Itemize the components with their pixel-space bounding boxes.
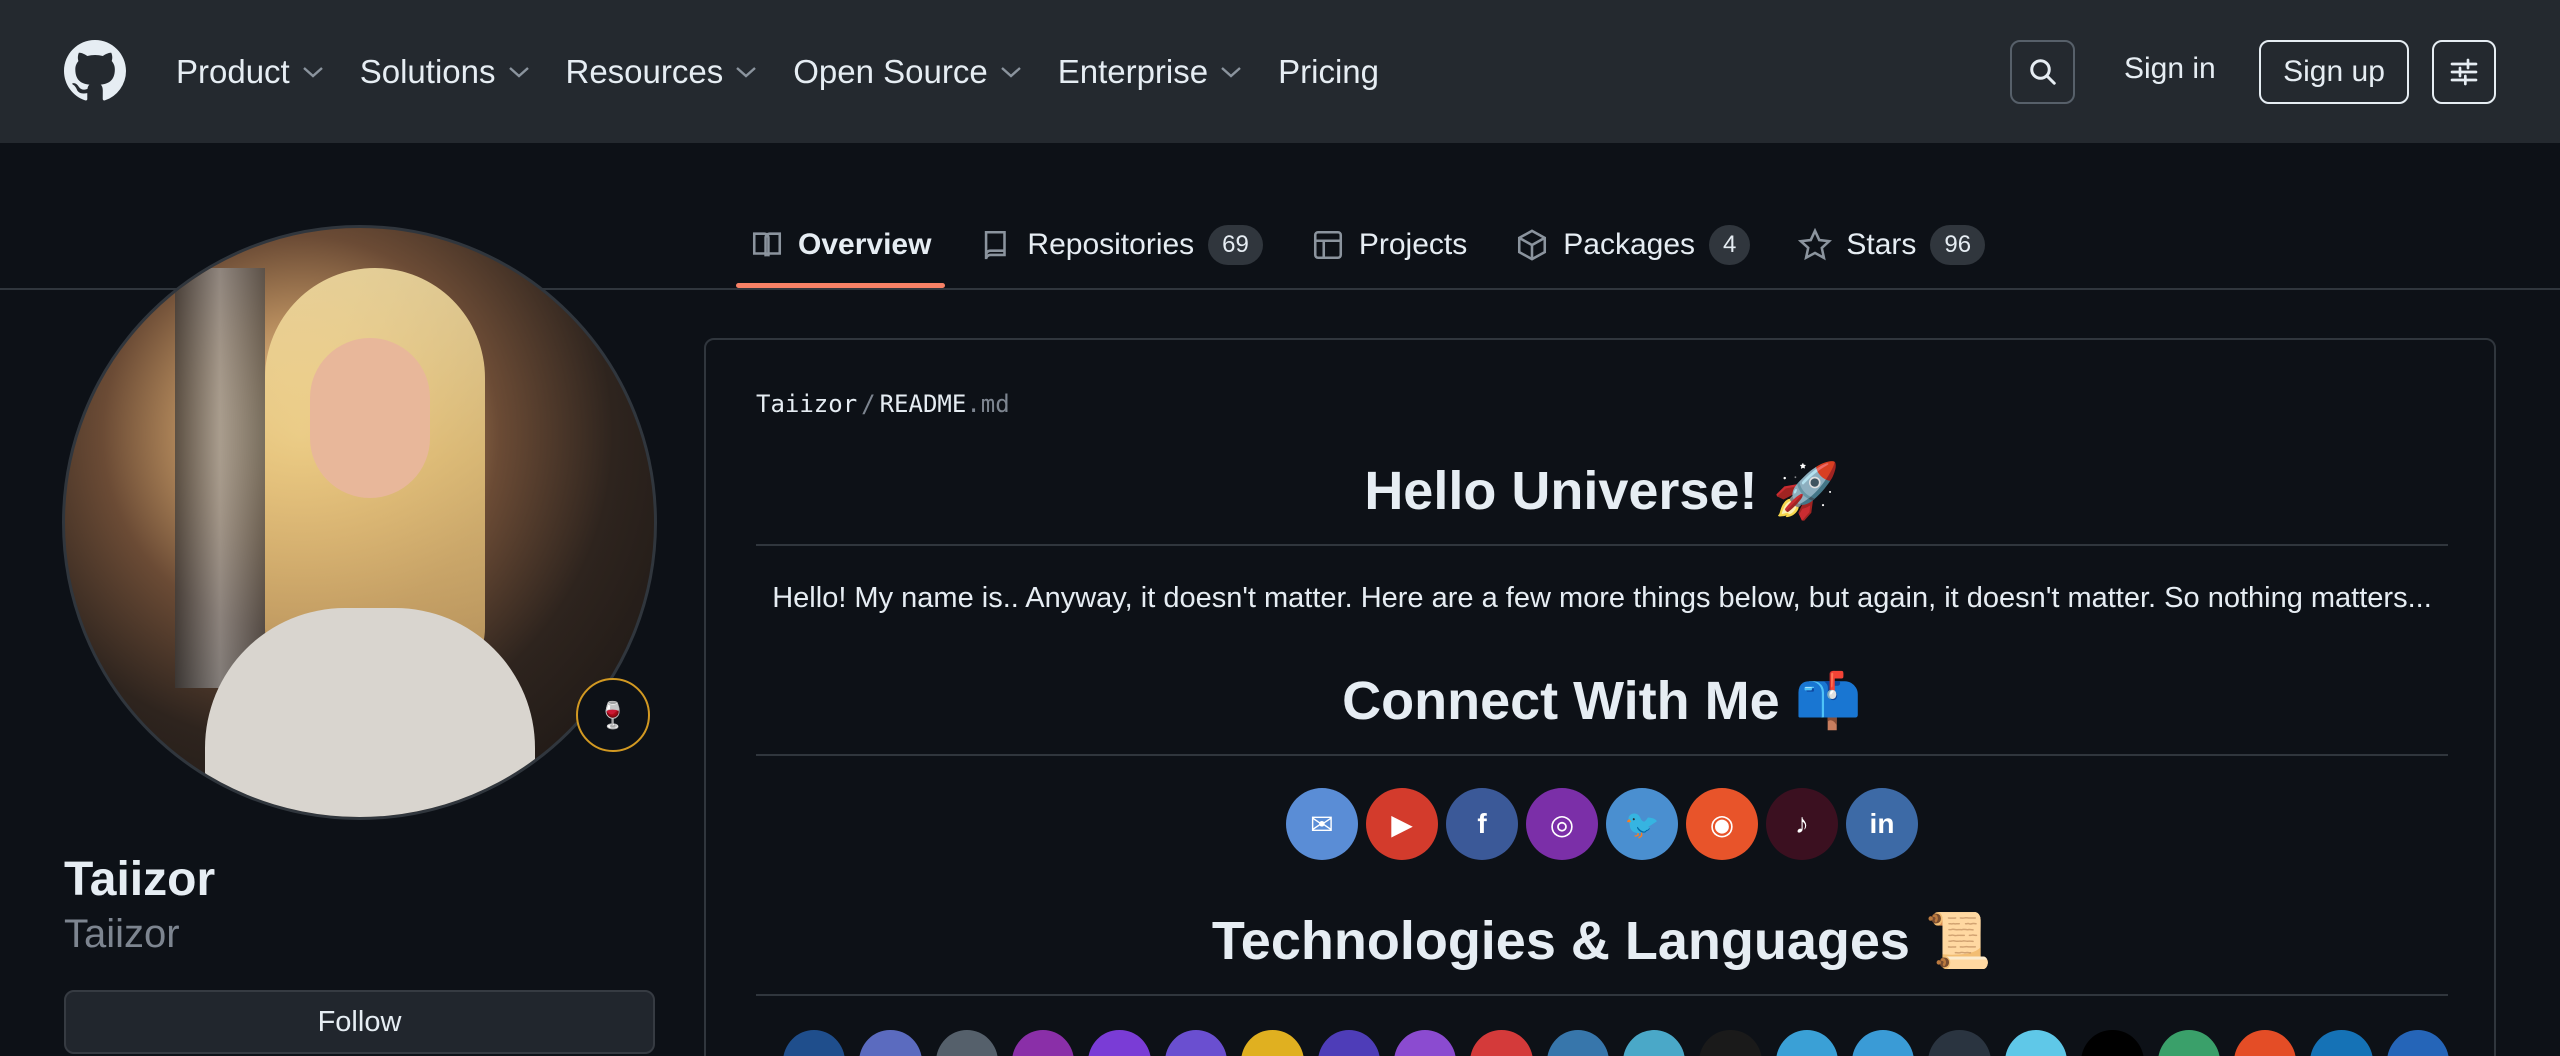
tech-logo-icon xyxy=(1852,1030,1915,1056)
nav-item-label: Pricing xyxy=(1278,53,1379,90)
search-button[interactable] xyxy=(2010,40,2075,104)
star-icon xyxy=(1798,228,1833,261)
readme-file-link[interactable]: README xyxy=(880,390,967,418)
avatar-face-detail xyxy=(310,338,430,498)
tech-logo-icon xyxy=(935,1030,999,1056)
nav-item-label: Open Source xyxy=(793,53,988,90)
repo-icon xyxy=(985,230,1007,260)
readme-owner-link[interactable]: Taiizor xyxy=(756,390,857,418)
readme-path-separator: / xyxy=(861,390,876,418)
nav-item-solutions[interactable]: Solutions xyxy=(360,48,530,96)
tech-logo-icon xyxy=(1623,1030,1686,1056)
sign-in-link[interactable]: Sign in xyxy=(2124,52,2216,86)
email-icon[interactable]: ✉ xyxy=(1286,788,1358,860)
chevron-down-icon xyxy=(1000,67,1021,78)
tech-logo-icon xyxy=(2310,1030,2373,1056)
avatar[interactable] xyxy=(62,225,657,820)
facebook-icon[interactable]: f xyxy=(1446,788,1518,860)
sign-up-button[interactable]: Sign up xyxy=(2259,40,2409,104)
follow-button[interactable]: Follow xyxy=(64,990,655,1054)
nav-item-label: Enterprise xyxy=(1057,53,1209,90)
tech-logo-icon xyxy=(2233,1030,2297,1056)
tech-logo-icon xyxy=(1241,1030,1304,1056)
table-icon xyxy=(1313,230,1342,260)
readme-path: Taiizor / README.md xyxy=(756,390,1010,418)
package-icon xyxy=(1518,229,1547,261)
tech-logo-icon xyxy=(1928,1030,1991,1056)
readme-card: Taiizor / README.md Hello Universe! 🚀 Hell… xyxy=(704,338,2496,1056)
tech-logo-icon xyxy=(2081,1030,2144,1056)
search-icon xyxy=(2029,59,2056,85)
tech-logo-icon xyxy=(1470,1030,1533,1056)
settings-toggle-button[interactable] xyxy=(2432,40,2496,104)
tech-heading: Technologies & Languages 📜 xyxy=(1211,911,1993,971)
connect-heading: Connect With Me 📫 xyxy=(1342,671,1862,731)
tech-logo-icon xyxy=(1775,1030,1839,1056)
nav-item-pricing[interactable]: Pricing xyxy=(1278,48,1379,96)
tech-logo-icon xyxy=(1699,1030,1762,1056)
tab-label: Stars xyxy=(1846,228,1917,261)
tab-packages[interactable]: Packages 4 xyxy=(1501,210,1764,280)
tab-counter: 96 xyxy=(1930,225,1986,265)
nav-item-product[interactable]: Product xyxy=(176,48,324,96)
tech-logo-icon xyxy=(1088,1030,1151,1056)
profile-tabs: Overview Repositories 69 Projects Packages 4 S… xyxy=(736,210,2019,288)
tab-counter: 69 xyxy=(1208,225,1263,265)
tech-logo-icon xyxy=(2386,1030,2449,1056)
chevron-down-icon xyxy=(508,67,529,78)
status-emoji-badge[interactable]: 🍷 xyxy=(576,678,650,752)
github-logo-icon[interactable] xyxy=(64,40,126,102)
nav-item-label: Resources xyxy=(565,53,724,90)
connect-divider xyxy=(756,754,2448,756)
nav-item-label: Solutions xyxy=(359,53,496,90)
instagram-icon[interactable]: ◎ xyxy=(1526,788,1598,860)
sliders-icon xyxy=(2450,58,2478,86)
title-divider xyxy=(756,544,2448,546)
tech-divider xyxy=(756,994,2448,996)
tab-counter: 4 xyxy=(1709,225,1751,265)
readme-title: Hello Universe! 🚀 xyxy=(1364,461,1840,521)
tab-projects[interactable]: Projects xyxy=(1297,210,1481,280)
global-header: Product Solutions Resources Open Source Ente… xyxy=(0,0,2560,143)
tab-repositories[interactable]: Repositories 69 xyxy=(965,210,1276,280)
main-nav: Product Solutions Resources Open Source Ente… xyxy=(176,48,1415,96)
tech-icons-row xyxy=(776,1030,2456,1056)
profile-name: Taiizor xyxy=(64,853,216,906)
chevron-down-icon xyxy=(302,67,323,78)
readme-file-ext: .md xyxy=(966,390,1010,418)
profile-login: Taiizor xyxy=(64,912,180,956)
tab-overview[interactable]: Overview xyxy=(736,210,946,288)
tab-label: Projects xyxy=(1358,228,1468,261)
tech-logo-icon xyxy=(2004,1030,2068,1056)
linkedin-icon[interactable]: in xyxy=(1846,788,1918,860)
youtube-icon[interactable]: ▶ xyxy=(1366,788,1438,860)
tiktok-icon[interactable]: ♪ xyxy=(1766,788,1838,860)
tech-logo-icon xyxy=(1393,1030,1457,1056)
tab-stars[interactable]: Stars 96 xyxy=(1784,210,1999,280)
social-icons-row: ✉ ▶ f ◎ 🐦 ◉ ♪ in xyxy=(756,788,2448,860)
chevron-down-icon xyxy=(1221,67,1241,78)
tech-logo-icon xyxy=(859,1030,922,1056)
tech-logo-icon xyxy=(1012,1030,1075,1056)
nav-item-resources[interactable]: Resources xyxy=(566,48,758,96)
avatar-shirt-detail xyxy=(205,608,535,817)
tech-logo-icon xyxy=(1546,1030,1609,1056)
tech-logo-icon xyxy=(1164,1030,1228,1056)
tech-logo-icon xyxy=(783,1030,846,1056)
tab-label: Repositories xyxy=(1027,228,1195,261)
tab-label: Packages xyxy=(1563,228,1695,261)
avatar-background-detail xyxy=(175,268,265,688)
reddit-icon[interactable]: ◉ xyxy=(1686,788,1758,860)
twitter-icon[interactable]: 🐦 xyxy=(1606,788,1678,860)
book-icon xyxy=(752,232,782,257)
tech-logo-icon xyxy=(1317,1030,1380,1056)
chevron-down-icon xyxy=(736,67,757,78)
nav-item-label: Product xyxy=(176,53,290,90)
tech-logo-icon xyxy=(2157,1030,2220,1056)
tab-label: Overview xyxy=(798,228,932,261)
nav-item-open-source[interactable]: Open Source xyxy=(793,48,1021,96)
readme-intro: Hello! My name is.. Anyway, it doesn't m… xyxy=(772,582,2432,614)
nav-item-enterprise[interactable]: Enterprise xyxy=(1058,48,1242,96)
